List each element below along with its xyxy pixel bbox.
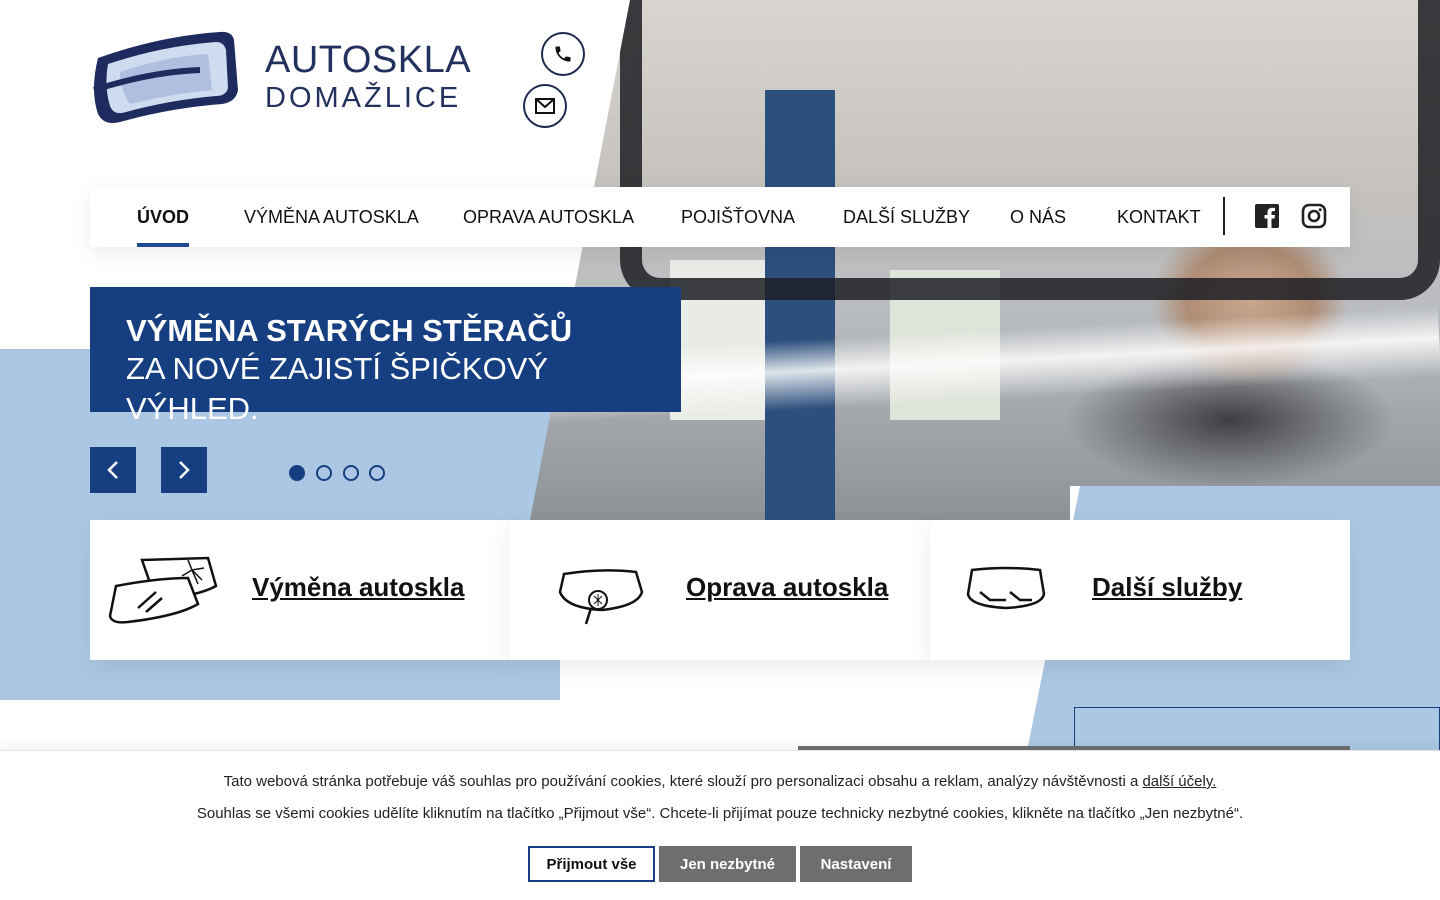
slider-next-button[interactable] xyxy=(161,447,207,493)
only-necessary-button[interactable]: Jen nezbytné xyxy=(659,846,796,882)
logo-text-line1: AUTOSKLA xyxy=(265,39,472,81)
service-card-label[interactable]: Oprava autoskla xyxy=(686,572,888,603)
logo-text: AUTOSKLA DOMAŽLICE xyxy=(265,40,471,116)
logo-text-line2: DOMAŽLICE xyxy=(265,82,462,114)
service-card-vymena[interactable]: Výměna autoskla xyxy=(90,520,510,660)
nav-item-uvod[interactable]: ÚVOD xyxy=(137,187,190,247)
cookie-more-link[interactable]: další účely. xyxy=(1142,773,1216,790)
slider-dot[interactable] xyxy=(343,465,359,481)
cookie-text-line1: Tato webová stránka potřebuje váš souhla… xyxy=(0,773,1440,790)
service-card-dalsi[interactable]: Další služby xyxy=(930,520,1350,660)
wipers-icon xyxy=(966,566,1046,610)
hero-photo xyxy=(530,0,1440,520)
nav-divider xyxy=(1223,197,1225,235)
slide-caption-bold: VÝMĚNA STARÝCH STĚRAČŮ xyxy=(126,313,573,348)
cookie-text-line2: Souhlas se všemi cookies udělíte kliknut… xyxy=(196,805,1244,822)
service-card-oprava[interactable]: Oprava autoskla xyxy=(510,520,930,660)
mail-icon xyxy=(535,98,555,114)
chevron-right-icon xyxy=(179,461,190,479)
hero-photo-windshield xyxy=(620,0,1440,300)
cookie-settings-button[interactable]: Nastavení xyxy=(800,846,912,882)
slider-dot[interactable] xyxy=(316,465,332,481)
slider-dot[interactable] xyxy=(369,465,385,481)
phone-icon xyxy=(555,46,571,62)
service-card-label[interactable]: Další služby xyxy=(1092,572,1242,603)
nav-item-vymena-autoskla[interactable]: VÝMĚNA AUTOSKLA xyxy=(244,187,419,247)
service-card-label[interactable]: Výměna autoskla xyxy=(252,572,464,603)
slide-caption-regular: ZA NOVÉ ZAJISTÍ ŠPIČKOVÝ VÝHLED. xyxy=(126,351,549,426)
nav-item-o-nas[interactable]: O NÁS xyxy=(1010,187,1066,247)
nav-item-pojistovna[interactable]: POJIŠŤOVNA xyxy=(681,187,795,247)
windshield-logo-icon xyxy=(93,31,238,123)
windshield-repair-icon xyxy=(558,569,644,625)
cookie-consent-bar: Tato webová stránka potřebuje váš souhla… xyxy=(0,750,1440,900)
chevron-left-icon xyxy=(107,461,118,479)
site-logo[interactable]: AUTOSKLA DOMAŽLICE xyxy=(90,30,471,126)
main-navigation: ÚVOD VÝMĚNA AUTOSKLA OPRAVA AUTOSKLA POJ… xyxy=(90,187,1350,247)
phone-button[interactable] xyxy=(541,32,585,76)
email-button[interactable] xyxy=(523,84,567,128)
nav-item-oprava-autoskla[interactable]: OPRAVA AUTOSKLA xyxy=(463,187,634,247)
cookie-text: Tato webová stránka potřebuje váš souhla… xyxy=(223,773,1139,790)
nav-item-dalsi-sluzby[interactable]: DALŠÍ SLUŽBY xyxy=(843,187,970,247)
nav-item-kontakt[interactable]: KONTAKT xyxy=(1117,187,1201,247)
instagram-icon[interactable] xyxy=(1301,203,1327,229)
slider-dot[interactable] xyxy=(289,465,305,481)
slide-caption: VÝMĚNA STARÝCH STĚRAČŮ ZA NOVÉ ZAJISTÍ Š… xyxy=(90,287,681,426)
broken-windshield-icon xyxy=(108,556,218,624)
accept-all-button[interactable]: Přijmout vše xyxy=(528,846,655,882)
slider-prev-button[interactable] xyxy=(90,447,136,493)
facebook-icon[interactable] xyxy=(1254,203,1280,229)
